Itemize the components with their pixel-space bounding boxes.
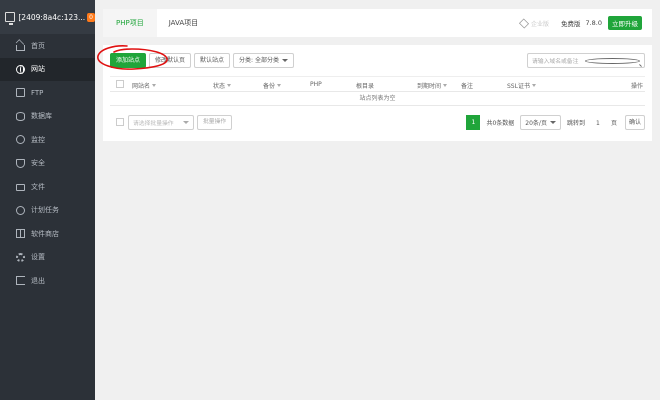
category-select-value: 分类: 全部分类 bbox=[239, 57, 279, 64]
goto-suffix: 页 bbox=[610, 120, 617, 127]
sort-icon bbox=[443, 84, 448, 87]
tab-php-project[interactable]: PHP项目 bbox=[103, 9, 157, 37]
server-title: [2409:8a4c:123... bbox=[18, 12, 86, 22]
sidebar-item-label: 软件商店 bbox=[31, 229, 59, 238]
column-ssl[interactable]: SSL证书 bbox=[507, 81, 536, 90]
sidebar-item-security[interactable]: 安全 bbox=[0, 152, 95, 176]
pagination: 1 共0条数据 20条/页 跳转到 1 页 确认 bbox=[466, 115, 645, 130]
folder-icon bbox=[16, 184, 25, 192]
column-label: 到期时间 bbox=[417, 83, 442, 90]
sidebar-item-settings[interactable]: 设置 bbox=[0, 246, 95, 270]
modify-default-page-button[interactable]: 修改默认页 bbox=[149, 53, 192, 68]
edition-label: 免费版 bbox=[560, 20, 581, 28]
chevron-down-icon bbox=[549, 121, 556, 124]
chevron-down-icon bbox=[281, 59, 288, 62]
gem-icon[interactable] bbox=[518, 17, 529, 29]
column-label: 备份 bbox=[263, 83, 276, 90]
tab-java-project[interactable]: JAVA项目 bbox=[157, 9, 210, 37]
sidebar-item-website[interactable]: 网站 bbox=[0, 57, 95, 81]
grid-icon bbox=[16, 229, 25, 239]
confirm-goto-button[interactable]: 确认 bbox=[624, 115, 645, 130]
table-header: 网站名 状态 备份 PHP 根目录 到期时间 备注 SSL证书 操作 bbox=[110, 76, 645, 92]
sidebar: [2409:8a4c:123... 0 首页 网站 FTP 数据库 监控 安全 … bbox=[0, 0, 95, 400]
batch-operation-select[interactable]: 请选择批量操作 bbox=[128, 115, 194, 130]
column-label: 状态 bbox=[213, 83, 226, 90]
search-icon[interactable] bbox=[585, 57, 640, 64]
sort-icon bbox=[531, 84, 536, 87]
sidebar-item-label: 网站 bbox=[31, 65, 45, 74]
goto-prefix: 跳转到 bbox=[566, 120, 585, 127]
monitor-icon bbox=[16, 135, 25, 145]
home-icon bbox=[16, 44, 25, 51]
sidebar-item-monitor[interactable]: 监控 bbox=[0, 128, 95, 152]
globe-icon bbox=[16, 64, 25, 74]
column-expire[interactable]: 到期时间 bbox=[417, 81, 448, 90]
per-page-value: 20条/页 bbox=[525, 120, 547, 127]
sort-icon bbox=[152, 84, 157, 87]
site-list-panel: 添加站点 修改默认页 默认站点 分类: 全部分类 请输入域名或备注 网站名 状态… bbox=[103, 45, 652, 141]
database-icon bbox=[16, 111, 25, 121]
sort-icon bbox=[227, 84, 232, 87]
sidebar-item-label: 首页 bbox=[31, 41, 45, 50]
monitor-icon bbox=[5, 12, 16, 25]
column-remark: 备注 bbox=[461, 83, 474, 90]
sidebar-item-cron[interactable]: 计划任务 bbox=[0, 199, 95, 223]
per-page-select[interactable]: 20条/页 bbox=[520, 115, 561, 130]
enterprise-label[interactable]: 企业版 bbox=[531, 19, 549, 28]
sidebar-item-label: 数据库 bbox=[31, 112, 52, 121]
column-backup[interactable]: 备份 bbox=[263, 81, 282, 90]
gear-icon bbox=[16, 252, 25, 262]
add-site-button[interactable]: 添加站点 bbox=[110, 53, 147, 68]
table-footer: 请选择批量操作 批量操作 1 共0条数据 20条/页 跳转到 1 页 确认 bbox=[110, 115, 645, 130]
sidebar-item-label: 安全 bbox=[31, 159, 45, 168]
category-select[interactable]: 分类: 全部分类 bbox=[233, 53, 294, 68]
ftp-icon bbox=[16, 88, 25, 98]
search-input[interactable]: 请输入域名或备注 bbox=[527, 53, 645, 68]
sidebar-item-label: 退出 bbox=[31, 276, 45, 285]
column-label: 网站名 bbox=[132, 83, 151, 90]
sidebar-item-label: 文件 bbox=[31, 182, 45, 191]
sidebar-item-store[interactable]: 软件商店 bbox=[0, 222, 95, 246]
sort-icon bbox=[277, 84, 282, 87]
search-placeholder: 请输入域名或备注 bbox=[532, 59, 579, 65]
empty-list-message: 站点列表为空 bbox=[110, 92, 645, 106]
project-tabs-bar: PHP项目 JAVA项目 企业版 免费版 7.8.0 立即升级 bbox=[103, 9, 652, 37]
column-label: SSL证书 bbox=[507, 83, 530, 90]
batch-select-placeholder: 请选择批量操作 bbox=[133, 121, 174, 127]
column-operations: 操作 bbox=[630, 83, 643, 90]
upgrade-button[interactable]: 立即升级 bbox=[608, 16, 642, 30]
exit-icon bbox=[16, 276, 25, 286]
column-root-dir: 根目录 bbox=[356, 83, 375, 90]
goto-page-input[interactable]: 1 bbox=[588, 115, 607, 130]
column-php: PHP bbox=[310, 81, 322, 88]
default-site-button[interactable]: 默认站点 bbox=[194, 53, 231, 68]
column-site-name[interactable]: 网站名 bbox=[132, 81, 157, 90]
sidebar-item-label: 计划任务 bbox=[31, 206, 59, 215]
sidebar-item-label: 监控 bbox=[31, 135, 45, 144]
batch-operation-button[interactable]: 批量操作 bbox=[197, 115, 233, 130]
select-all-checkbox[interactable] bbox=[116, 80, 124, 88]
footer-select-checkbox[interactable] bbox=[116, 118, 124, 126]
sidebar-item-label: FTP bbox=[31, 88, 44, 97]
toolbar: 添加站点 修改默认页 默认站点 分类: 全部分类 请输入域名或备注 bbox=[110, 53, 645, 68]
notification-badge[interactable]: 0 bbox=[87, 12, 95, 22]
sidebar-item-ftp[interactable]: FTP bbox=[0, 81, 95, 105]
shield-icon bbox=[16, 158, 25, 168]
sidebar-item-label: 设置 bbox=[31, 253, 45, 262]
chevron-down-icon bbox=[183, 121, 189, 124]
clock-icon bbox=[16, 205, 25, 215]
sidebar-item-database[interactable]: 数据库 bbox=[0, 105, 95, 129]
page-number-current[interactable]: 1 bbox=[466, 115, 481, 130]
total-count: 共0条数据 bbox=[486, 120, 515, 127]
edition-info: 企业版 免费版 7.8.0 立即升级 bbox=[518, 9, 652, 37]
version-label: 7.8.0 bbox=[585, 19, 602, 27]
server-header[interactable]: [2409:8a4c:123... 0 bbox=[0, 0, 95, 34]
sidebar-item-home[interactable]: 首页 bbox=[0, 34, 95, 58]
sidebar-item-files[interactable]: 文件 bbox=[0, 175, 95, 199]
sidebar-item-logout[interactable]: 退出 bbox=[0, 269, 95, 293]
column-status[interactable]: 状态 bbox=[213, 81, 232, 90]
